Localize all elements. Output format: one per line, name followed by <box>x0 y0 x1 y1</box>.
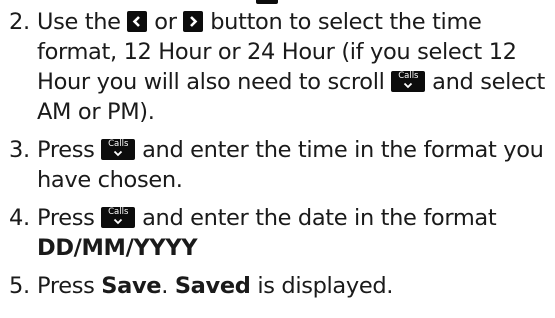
key-fragment <box>256 0 278 4</box>
calls-key-label: Calls <box>108 139 129 149</box>
step-text: Use the <box>37 9 121 35</box>
step-text: is displayed. <box>257 273 394 299</box>
step-2: 2. Use the or button to select the time … <box>9 7 553 127</box>
calls-scroll-down-icon: Calls <box>391 71 426 92</box>
step-text: or <box>154 9 177 35</box>
calls-scroll-down-icon: Calls <box>101 139 136 160</box>
step-text: Press <box>37 205 95 231</box>
step-5: 5. Press Save. Saved is displayed. <box>9 271 553 301</box>
step-text: . <box>161 273 169 299</box>
calls-key-label: Calls <box>108 207 129 217</box>
step-text: Press <box>37 137 95 163</box>
step-number: 4. <box>9 205 30 231</box>
calls-scroll-down-icon: Calls <box>101 207 136 228</box>
step-text: and enter the date in the format <box>142 205 497 231</box>
calls-key-label: Calls <box>398 71 419 81</box>
date-format-emphasis: DD/MM/YYYY <box>37 235 198 261</box>
step-number: 3. <box>9 137 30 163</box>
save-emphasis: Save <box>101 273 162 299</box>
step-text: Press <box>37 273 95 299</box>
step-3: 3. Press Calls and enter the time in the… <box>9 135 553 195</box>
step-number: 2. <box>9 9 30 35</box>
instruction-steps: 2. Use the or button to select the time … <box>9 7 553 309</box>
step-number: 5. <box>9 273 30 299</box>
step-4: 4. Press Calls and enter the date in the… <box>9 203 553 263</box>
chevron-right-icon <box>183 11 204 32</box>
chevron-left-icon <box>127 11 148 32</box>
saved-emphasis: Saved <box>174 273 251 299</box>
previous-line-fragment <box>0 0 555 6</box>
